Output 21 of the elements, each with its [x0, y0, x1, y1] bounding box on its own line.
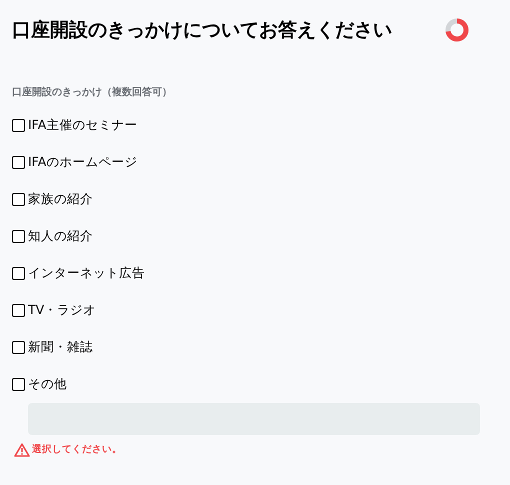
question-label: 口座開設のきっかけ（複数回答可）	[12, 85, 173, 100]
progress-ring	[444, 17, 470, 43]
checkbox[interactable]	[12, 192, 25, 206]
checkbox[interactable]	[12, 340, 25, 354]
option-label: IFA主催のセミナー	[28, 116, 138, 134]
checkbox[interactable]	[12, 304, 25, 316]
error-message: 選択してください。	[32, 443, 122, 457]
checkbox[interactable]	[12, 230, 25, 242]
warning-icon	[14, 443, 30, 458]
option-label: 新聞・雑誌	[28, 338, 93, 356]
checkbox[interactable]	[12, 156, 25, 168]
checkbox[interactable]	[12, 118, 25, 132]
checkbox[interactable]	[12, 266, 25, 280]
option-label: IFAのホームページ	[28, 152, 138, 171]
option-label: 知人の紹介	[28, 226, 93, 245]
option-label: TV・ラジオ	[28, 300, 96, 319]
option-label: インターネット広告	[28, 264, 145, 282]
page-title: 口座開設のきっかけについてお答えください	[12, 18, 392, 43]
option-label: 家族の紹介	[28, 190, 93, 208]
option-label: その他	[28, 374, 67, 393]
checkbox[interactable]	[12, 378, 25, 390]
